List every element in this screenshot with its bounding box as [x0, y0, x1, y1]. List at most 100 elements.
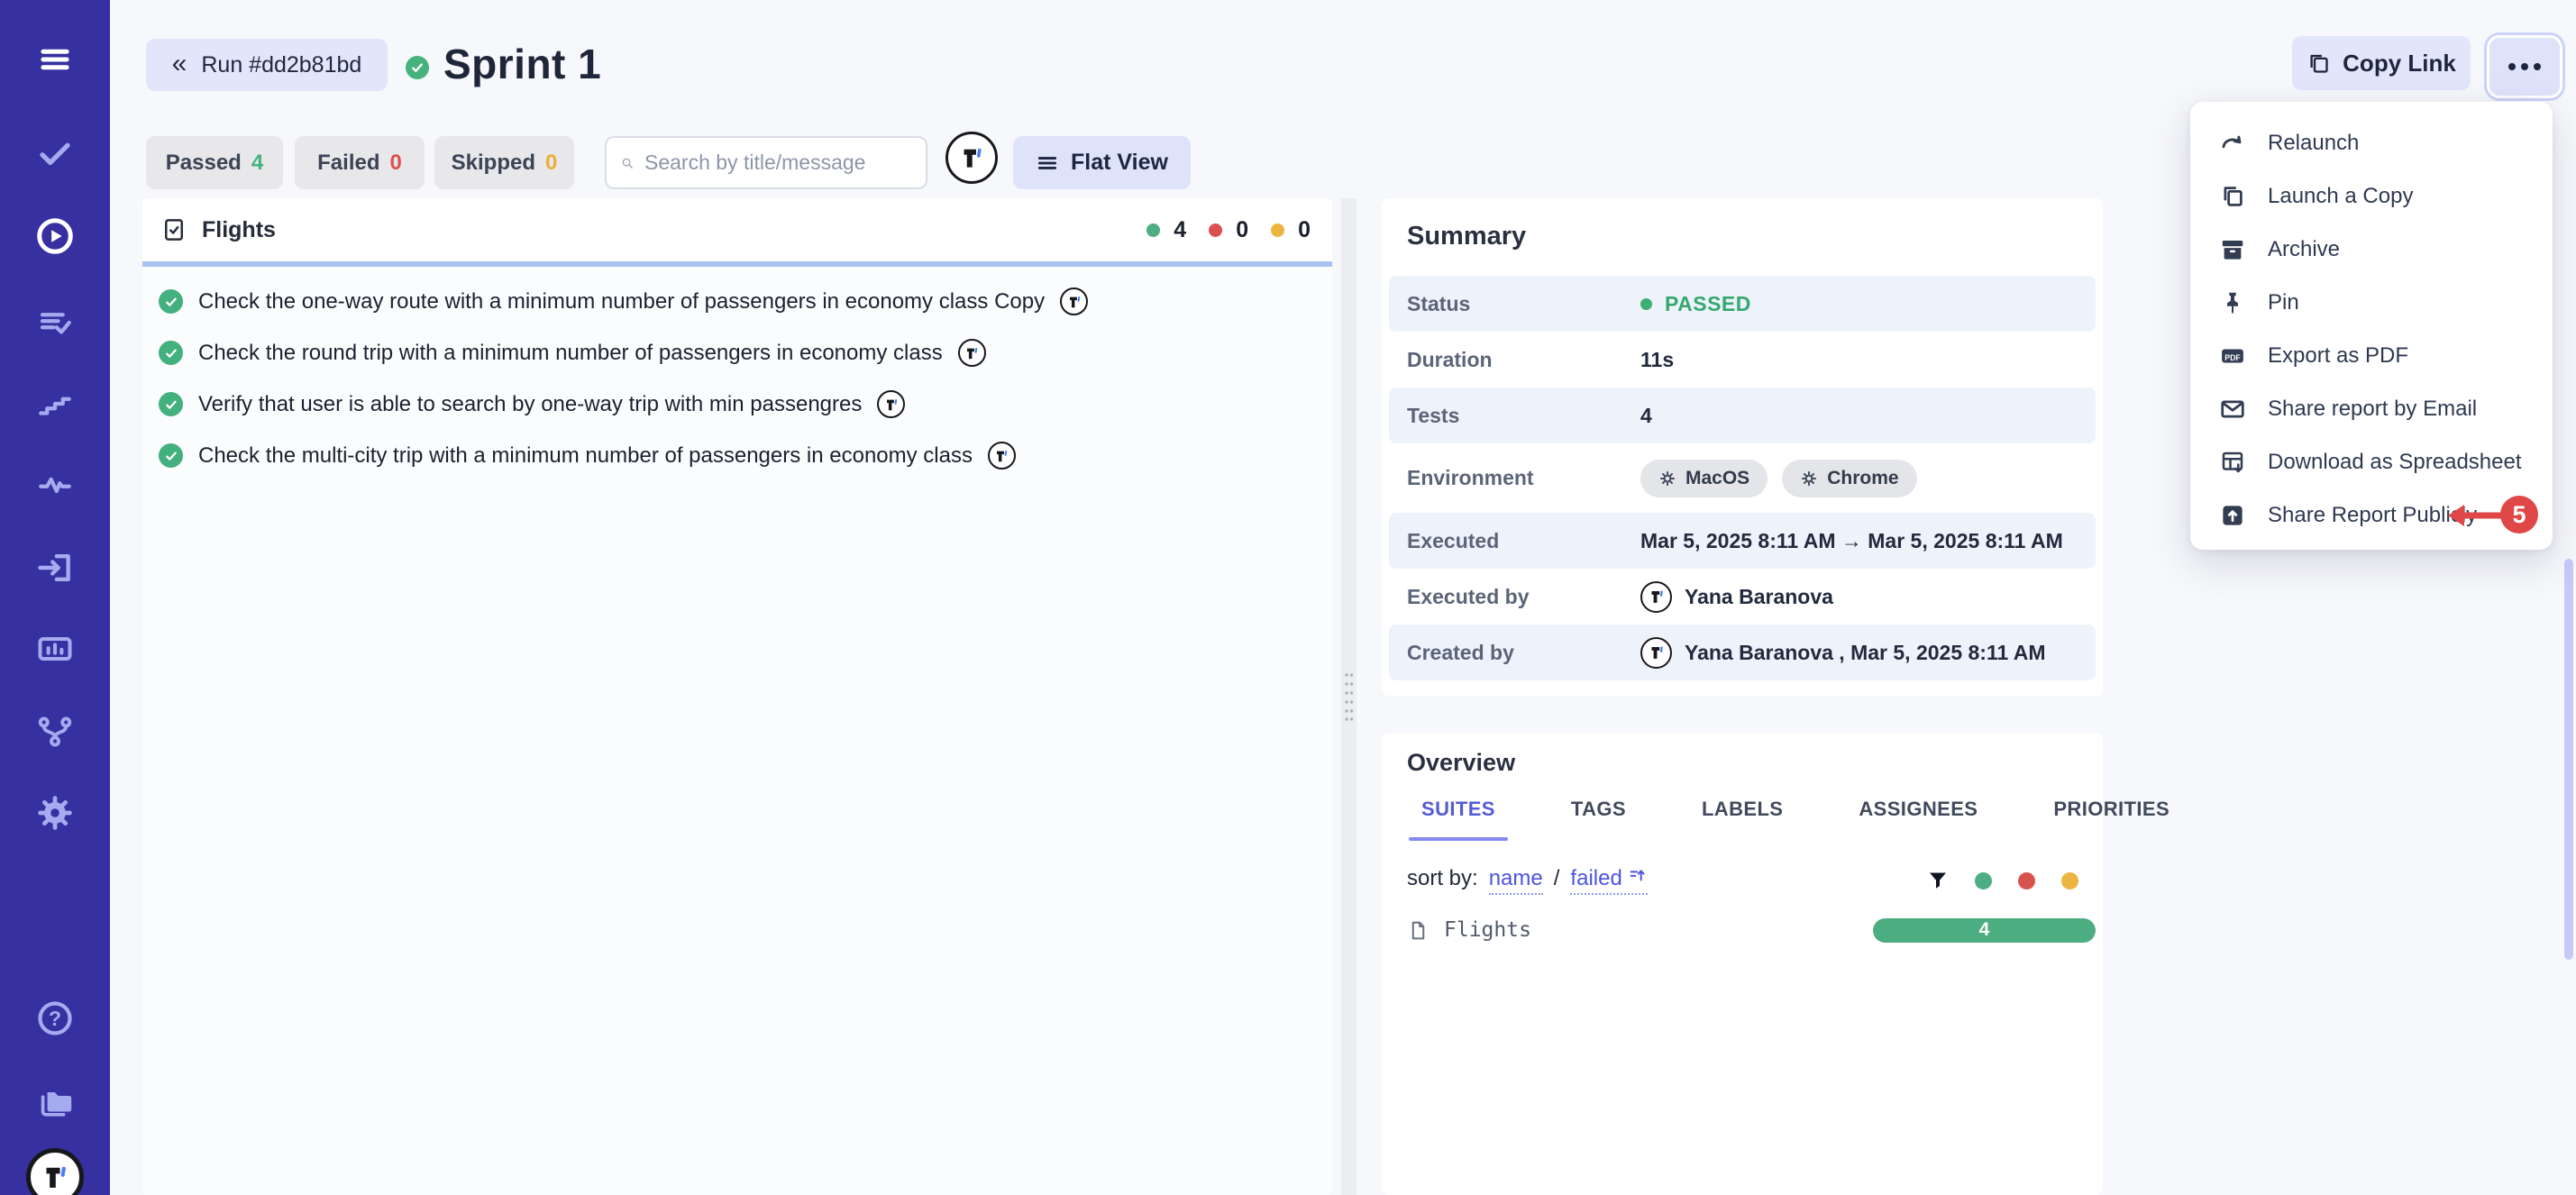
skipped-filter-dot[interactable]	[2061, 872, 2078, 889]
suite-failed-count: 0	[1236, 217, 1248, 243]
tests-label: Tests	[1407, 404, 1640, 428]
status-value: PASSED	[1665, 292, 1751, 316]
tests-list: Check the one-way route with a minimum n…	[142, 267, 1332, 1195]
flat-view-toggle[interactable]: Flat View	[1013, 136, 1191, 189]
executed-label: Executed	[1407, 529, 1640, 553]
sidebar: ?	[0, 0, 110, 1195]
env-chrome-label: Chrome	[1827, 468, 1898, 489]
failed-filter-chip[interactable]: Failed 0	[295, 136, 425, 189]
environment-chip-chrome[interactable]: Chrome	[1782, 460, 1916, 497]
file-icon	[1407, 919, 1430, 942]
failed-filter-dot[interactable]	[2018, 872, 2035, 889]
workspace-logo-avatar[interactable]	[26, 1148, 84, 1195]
executed-by-label: Executed by	[1407, 585, 1640, 609]
overview-suite-row[interactable]: Flights 4	[1407, 909, 2078, 951]
test-assignee-avatar[interactable]	[988, 442, 1016, 470]
sort-by-name-link[interactable]: name	[1489, 866, 1543, 895]
skipped-dot	[1271, 223, 1284, 237]
search-box	[605, 136, 927, 189]
milestones-nav-icon[interactable]	[36, 385, 74, 423]
envelope-icon	[2219, 396, 2246, 423]
created-by-label: Created by	[1407, 641, 1640, 665]
hamburger-menu-icon[interactable]	[36, 41, 74, 78]
pulse-nav-icon[interactable]	[36, 466, 74, 504]
annotation-step-badge: 5	[2500, 496, 2538, 534]
passed-label: Passed	[166, 151, 242, 176]
assignee-filter-avatar[interactable]	[945, 132, 998, 184]
test-row[interactable]: Verify that user is able to search by on…	[142, 379, 1332, 430]
vertical-scrollbar-thumb[interactable]	[2564, 559, 2573, 960]
duration-value: 11s	[1640, 348, 1674, 372]
menu-item-download-spreadsheet[interactable]: Download as Spreadsheet	[2190, 435, 2553, 488]
overview-panel: Overview SUITES TAGS LABELS ASSIGNEES PR…	[1382, 733, 2103, 1195]
share-publicly-icon	[2219, 502, 2246, 529]
menu-item-archive[interactable]: Archive	[2190, 223, 2553, 276]
more-actions-button[interactable]	[2487, 35, 2562, 98]
summary-row-tests: Tests 4	[1389, 388, 2096, 443]
environment-chip-macos[interactable]: MacOS	[1640, 460, 1768, 497]
test-row[interactable]: Check the multi-city trip with a minimum…	[142, 430, 1332, 481]
pdf-icon: PDF	[2219, 342, 2246, 369]
menu-item-relaunch[interactable]: Relaunch	[2190, 116, 2553, 169]
suite-name: Flights	[202, 217, 276, 243]
sort-by-failed-link[interactable]: failed	[1570, 865, 1647, 895]
panel-resize-handle[interactable]	[1341, 198, 1357, 1195]
created-by-value: Yana Baranova , Mar 5, 2025 8:11 AM	[1685, 641, 2046, 665]
overview-status-filters	[1927, 870, 2078, 891]
test-assignee-avatar[interactable]	[1060, 287, 1088, 315]
summary-row-environment: Environment MacOS Chrome	[1389, 443, 2096, 513]
suite-counts: 4 0 0	[1146, 217, 1311, 243]
filter-funnel-icon[interactable]	[1927, 870, 1949, 891]
summary-row-executed: Executed Mar 5, 2025 8:11 AM → Mar 5, 20…	[1389, 513, 2096, 569]
back-to-run-button[interactable]: « Run #dd2b81bd	[146, 39, 388, 91]
search-input[interactable]	[644, 151, 911, 175]
settings-gear-icon[interactable]	[35, 793, 75, 833]
tab-priorities[interactable]: PRIORITIES	[2041, 798, 2182, 841]
sort-ascending-icon	[1628, 865, 1648, 885]
test-plans-nav-icon[interactable]	[36, 304, 74, 342]
projects-folder-icon[interactable]	[34, 1081, 76, 1122]
test-assignee-avatar[interactable]	[958, 339, 986, 367]
suite-passed-bar[interactable]: 4	[1873, 918, 2096, 943]
test-title: Verify that user is able to search by on…	[198, 392, 862, 417]
passed-filter-chip[interactable]: Passed 4	[146, 136, 283, 189]
run-id-label: Run #dd2b81bd	[201, 52, 361, 78]
summary-row-duration: Duration 11s	[1389, 332, 2096, 388]
passed-filter-dot[interactable]	[1975, 872, 1992, 889]
list-view-icon	[1036, 151, 1059, 175]
tab-labels[interactable]: LABELS	[1689, 798, 1795, 841]
menu-item-share-email[interactable]: Share report by Email	[2190, 382, 2553, 435]
skipped-filter-chip[interactable]: Skipped 0	[434, 136, 574, 189]
help-icon[interactable]: ?	[35, 999, 75, 1038]
menu-item-export-pdf[interactable]: PDF Export as PDF	[2190, 329, 2553, 382]
tab-tags[interactable]: TAGS	[1558, 798, 1639, 841]
test-title: Check the round trip with a minimum numb…	[198, 341, 943, 366]
executed-value: Mar 5, 2025 8:11 AM → Mar 5, 2025 8:11 A…	[1640, 529, 2063, 553]
test-row[interactable]: Check the one-way route with a minimum n…	[142, 276, 1332, 327]
summary-row-created-by: Created by Yana Baranova , Mar 5, 2025 8…	[1389, 625, 2096, 680]
test-row[interactable]: Check the round trip with a minimum numb…	[142, 327, 1332, 379]
summary-row-executed-by: Executed by Yana Baranova	[1389, 569, 2096, 625]
gear-icon	[1800, 470, 1818, 488]
created-by-avatar	[1640, 637, 1672, 669]
checks-nav-icon[interactable]	[36, 134, 74, 172]
summary-panel: Summary Status PASSED Duration 11s Tests…	[1382, 198, 2103, 696]
copy-link-button[interactable]: Copy Link	[2292, 36, 2471, 90]
tab-assignees[interactable]: ASSIGNEES	[1846, 798, 1990, 841]
menu-item-pin[interactable]: Pin	[2190, 276, 2553, 329]
back-chevrons-icon: «	[172, 50, 187, 78]
sort-by-label: sort by:	[1407, 866, 1478, 891]
suite-header[interactable]: Flights 4 0 0	[142, 198, 1332, 261]
runs-nav-icon[interactable]	[34, 215, 76, 257]
branch-nav-icon[interactable]	[36, 713, 74, 751]
reports-nav-icon[interactable]	[35, 629, 75, 669]
svg-text:?: ?	[49, 1007, 61, 1030]
executed-by-avatar	[1640, 581, 1672, 613]
suite-skipped-count: 0	[1298, 217, 1311, 243]
test-assignee-avatar[interactable]	[877, 390, 905, 418]
menu-item-launch-a-copy[interactable]: Launch a Copy	[2190, 169, 2553, 223]
tab-suites[interactable]: SUITES	[1409, 798, 1508, 841]
import-nav-icon[interactable]	[35, 548, 75, 588]
overview-title: Overview	[1407, 749, 1515, 777]
test-title: Check the one-way route with a minimum n…	[198, 289, 1045, 315]
